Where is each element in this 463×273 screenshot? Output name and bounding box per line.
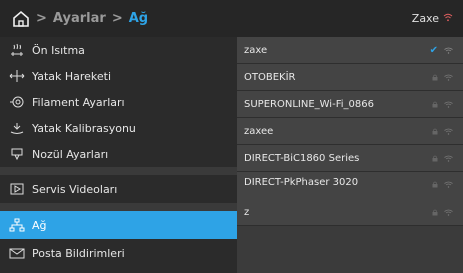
sidebar-item-filament[interactable]: Filament Ayarları <box>0 89 237 115</box>
video-icon <box>4 182 30 196</box>
wifi-icon <box>444 209 453 216</box>
network-row[interactable]: z <box>237 199 463 226</box>
network-row[interactable]: DIRECT-BiC1860 Series <box>237 145 463 172</box>
settings-sidebar: Ön Isıtma Yatak Hareketi Filament Ayarla… <box>0 37 237 273</box>
network-ssid: OTOBEKİR <box>244 71 296 83</box>
sidebar-item-label: Posta Bildirimleri <box>32 246 125 260</box>
sidebar-item-label: Filament Ayarları <box>32 95 125 109</box>
lock-icon <box>432 181 438 188</box>
network-row[interactable]: SUPERONLINE_Wi-Fi_0866 <box>237 91 463 118</box>
wifi-icon <box>444 101 453 108</box>
lock-icon <box>432 74 438 80</box>
network-icon <box>4 218 30 232</box>
top-bar: > Ayarlar > Ağ Zaxe <box>0 0 463 37</box>
lock-icon <box>432 128 438 134</box>
wifi-icon <box>444 47 453 54</box>
sidebar-item-label: Yatak Hareketi <box>32 69 112 83</box>
network-ssid: DIRECT-PkPhaser 3020 <box>244 177 359 188</box>
lock-icon <box>432 155 438 161</box>
network-ssid: z <box>244 206 250 218</box>
network-ssid: zaxee <box>244 125 274 137</box>
sidebar-divider <box>0 203 237 211</box>
filament-icon <box>4 95 30 109</box>
network-ssid: DIRECT-BiC1860 Series <box>244 152 360 164</box>
wifi-icon <box>444 155 453 162</box>
list-empty-area <box>237 226 463 273</box>
network-ssid: zaxe <box>244 44 268 56</box>
breadcrumb-network: Ağ <box>128 11 149 26</box>
wifi-icon <box>444 74 453 81</box>
sidebar-item-label: Nozül Ayarları <box>32 147 109 161</box>
heat-icon <box>4 43 30 57</box>
sidebar-item-label: Yatak Kalibrasyonu <box>32 121 136 135</box>
breadcrumb-separator: > <box>111 11 123 26</box>
lock-icon <box>432 209 438 215</box>
move-icon <box>4 69 30 83</box>
home-icon[interactable] <box>12 10 30 28</box>
network-row[interactable]: zaxee <box>237 118 463 145</box>
sidebar-item-bed-calibration[interactable]: Yatak Kalibrasyonu <box>0 115 237 141</box>
device-status: Zaxe <box>412 0 453 37</box>
network-ssid: SUPERONLINE_Wi-Fi_0866 <box>244 98 374 110</box>
mail-icon <box>4 246 30 260</box>
breadcrumb-settings[interactable]: Ayarlar <box>53 11 106 26</box>
network-row[interactable]: OTOBEKİR <box>237 64 463 91</box>
check-icon: ✔ <box>429 44 438 56</box>
sidebar-item-network[interactable]: Ağ <box>0 211 237 239</box>
sidebar-item-preheat[interactable]: Ön Isıtma <box>0 37 237 63</box>
breadcrumb-separator: > <box>36 11 47 26</box>
sidebar-item-bed-movement[interactable]: Yatak Hareketi <box>0 63 237 89</box>
wifi-icon <box>444 128 453 135</box>
wifi-icon <box>444 181 453 188</box>
lock-icon <box>432 101 438 107</box>
nozzle-icon <box>4 147 30 161</box>
sidebar-divider <box>0 167 237 175</box>
sidebar-item-nozzle[interactable]: Nozül Ayarları <box>0 141 237 167</box>
network-row[interactable]: zaxe ✔ <box>237 37 463 64</box>
sidebar-item-label: Servis Videoları <box>32 182 118 196</box>
wifi-status-icon <box>443 12 453 25</box>
wifi-network-list: zaxe ✔ OTOBEKİR SUPERONLINE_Wi-Fi_0866 z… <box>237 37 463 273</box>
device-name: Zaxe <box>411 12 439 25</box>
calibration-icon <box>4 121 30 135</box>
sidebar-item-service-videos[interactable]: Servis Videoları <box>0 175 237 203</box>
sidebar-item-label: Ağ <box>32 218 47 232</box>
sidebar-item-mail-notifications[interactable]: Posta Bildirimleri <box>0 239 237 267</box>
sidebar-item-label: Ön Isıtma <box>32 43 85 57</box>
